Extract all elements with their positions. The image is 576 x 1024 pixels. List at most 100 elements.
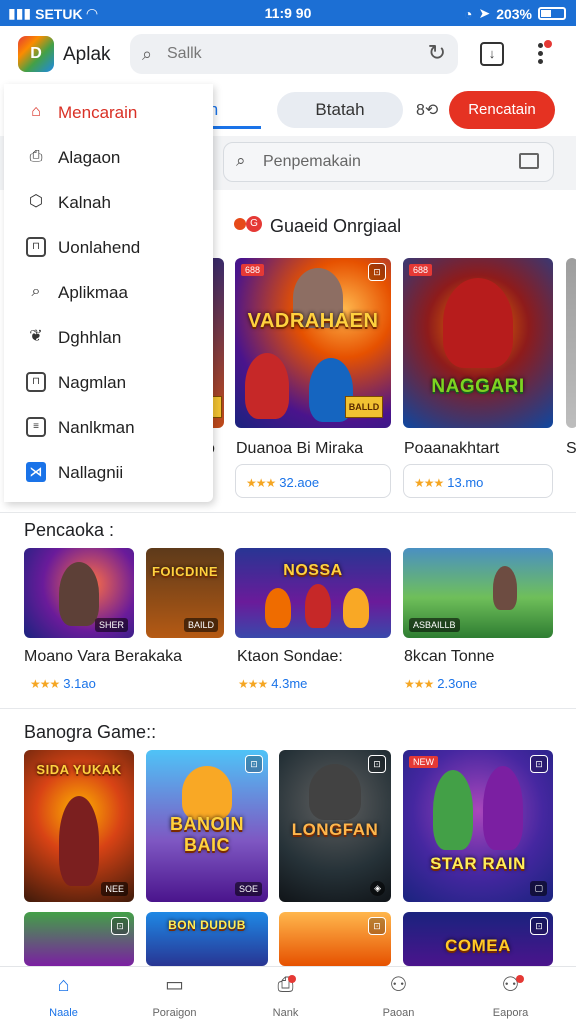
content-search-placeholder: Penpemakain	[263, 153, 361, 170]
search-icon: ⌕	[142, 44, 153, 64]
game-card-title: S	[566, 440, 576, 457]
bookmark-icon[interactable]: ⊡	[530, 917, 548, 935]
bag-icon: ⎙	[29, 148, 43, 165]
game-card-title: Moano Vara Berakaka	[24, 648, 183, 665]
refresh-icon[interactable]: ↻	[428, 40, 446, 66]
battery-icon	[538, 7, 566, 20]
game-card-image[interactable]: NAGGARI 688	[403, 258, 553, 428]
nav-item-eapora[interactable]: ⚇ Eapora	[453, 973, 568, 1023]
game-art-title: VADRAHAEN	[247, 310, 379, 332]
search-icon: ⌕	[236, 151, 246, 170]
corner-label: ASBAILLB	[409, 618, 460, 632]
rating: ★★★ 4.3me	[238, 676, 307, 691]
drawer-item-label: Uonlahend	[58, 238, 141, 257]
notification-dot	[288, 975, 296, 983]
corner-label: NEE	[101, 882, 128, 896]
leaf-icon: ❦	[29, 328, 43, 345]
drawer-item-dghhlan[interactable]: ❦ Dghhlan	[4, 319, 213, 355]
nav-item-label: Eapora	[492, 1007, 529, 1019]
game-card-image[interactable]: STAR RAIN NEW ⊡ ▢	[403, 750, 553, 902]
game-card-title: Poaanakhtart	[404, 440, 500, 457]
alarm-icon: ◔	[463, 5, 473, 22]
tab-indicator	[205, 126, 261, 129]
featured-title: Guaeid Onrgiaal	[270, 216, 402, 236]
document-icon: ▭	[165, 974, 184, 996]
rating-value: 4.3me	[271, 676, 308, 691]
star-rating-icon: ★★★	[246, 476, 276, 490]
corner-label: SOE	[234, 882, 262, 896]
star-rating-icon: ★★★	[238, 677, 268, 691]
fire-icon: G	[234, 216, 264, 234]
game-card-image[interactable]: COMEA ⊡	[403, 912, 553, 966]
battery-label: 203%	[496, 5, 532, 22]
shield-icon: ▢	[530, 881, 547, 896]
tab-small[interactable]: 8⟲	[416, 100, 438, 120]
lock-icon: ⊓	[26, 237, 46, 257]
status-bar: ▮▮▮ SETUK ◠ 11:9 90 ◔ ➤ 203%	[0, 0, 576, 26]
game-card-image[interactable]: ⊡	[24, 912, 134, 966]
bookmark-icon[interactable]: ⊡	[245, 755, 263, 773]
content-search-input[interactable]: ⌕ Penpemakain	[223, 142, 554, 182]
game-card-image[interactable]: NOSSA	[235, 548, 391, 638]
drawer-item-label: Nagmlan	[58, 373, 127, 392]
game-card-image[interactable]: VADRAHAEN 688 ⊡ BALLD	[235, 258, 391, 428]
game-art-title: FOICDINE	[151, 564, 219, 579]
app-title: Aplak	[63, 44, 111, 65]
mail-icon[interactable]	[519, 153, 539, 169]
drawer-item-home[interactable]: ⌂ Mencarain	[4, 94, 213, 130]
game-card-title: Duanoa Bi Miraka	[236, 440, 364, 457]
rating-box: ★★★ 13.mo	[403, 464, 553, 498]
game-card-image[interactable]: SIDA YUKAK NEE	[24, 750, 134, 902]
game-art-title: NAGGARI	[431, 376, 525, 397]
game-card-image[interactable]: ⊡	[279, 912, 391, 966]
game-art-title: BANOIN BAIC	[170, 814, 244, 855]
top-search-input[interactable]: ⌕ Sallk ↻	[130, 34, 458, 74]
bookmark-icon[interactable]: ⊡	[368, 755, 386, 773]
store-icon: ⊓	[26, 372, 46, 392]
rating: ★★★ 2.3one	[404, 676, 477, 691]
download-icon[interactable]: ↓	[480, 42, 504, 66]
drawer-item-label: Nanlkman	[58, 418, 135, 437]
cta-button[interactable]: Rencatain	[449, 91, 555, 129]
rating-value: 2.3one	[437, 676, 478, 691]
game-card-image[interactable]: FOICDINE BAILD	[146, 548, 224, 638]
nav-item-nank[interactable]: ⎙ Nank	[228, 973, 343, 1023]
drawer-item-nallagnii[interactable]: ⋊ Nallagnii	[4, 454, 213, 490]
drawer-item-label: Aplikmaa	[58, 283, 128, 302]
app-logo-icon[interactable]: D	[18, 36, 54, 72]
star-rating-icon: ★★★	[404, 677, 434, 691]
drawer-item-nanlkman[interactable]: ≡ Nanlkman	[4, 409, 213, 445]
game-card-image[interactable]: BON DUDUB	[146, 912, 268, 966]
drawer-item-label: Kalnah	[58, 193, 111, 212]
game-card-image[interactable]: ASBAILLB	[403, 548, 553, 638]
notification-dot	[544, 40, 552, 48]
game-card-image[interactable]	[566, 258, 576, 428]
drawer-item-label: Mencarain	[58, 103, 138, 122]
location-icon: ➤	[478, 5, 491, 21]
bookmark-icon[interactable]: ⊡	[368, 917, 386, 935]
nav-item-poraigon[interactable]: ▭ Poraigon	[117, 973, 232, 1023]
shield-icon: ◈	[370, 881, 385, 896]
nav-item-home[interactable]: ⌂ Naale	[6, 973, 121, 1023]
tag-icon: ⬡	[29, 193, 43, 210]
tab-pill[interactable]: Btatah	[277, 92, 403, 128]
star-rating-icon: ★★★	[414, 476, 444, 490]
game-card-image[interactable]: BANOIN BAIC ⊡ SOE	[146, 750, 268, 902]
drawer-item-nagmlan[interactable]: ⊓ Nagmlan	[4, 364, 213, 400]
game-art-title: NOSSA	[283, 562, 343, 579]
nav-item-paoan[interactable]: ⚇ Paoan	[341, 973, 456, 1023]
drawer-item-aplikmaa[interactable]: ⌕ Aplikmaa	[4, 274, 213, 310]
drawer-item-alagaon[interactable]: ⎙ Alagaon	[4, 139, 213, 175]
bookmark-icon[interactable]: ⊡	[530, 755, 548, 773]
game-art-title: COMEA	[445, 936, 511, 955]
bookmark-icon[interactable]: ⊡	[111, 917, 129, 935]
game-card-image[interactable]: SHER	[24, 548, 134, 638]
drawer-item-uonlahend[interactable]: ⊓ Uonlahend	[4, 229, 213, 265]
rating-value: 32.aoe	[279, 475, 320, 490]
app-bar: D Aplak ⌕ Sallk ↻ ↓	[0, 26, 576, 84]
bookmark-icon[interactable]: ⊡	[368, 263, 386, 281]
drawer-item-label: Dghhlan	[58, 328, 122, 347]
drawer-item-kalnah[interactable]: ⬡ Kalnah	[4, 184, 213, 220]
game-card-image[interactable]: LONGFAN ⊡ ◈	[279, 750, 391, 902]
rating-value: 13.mo	[447, 475, 484, 490]
